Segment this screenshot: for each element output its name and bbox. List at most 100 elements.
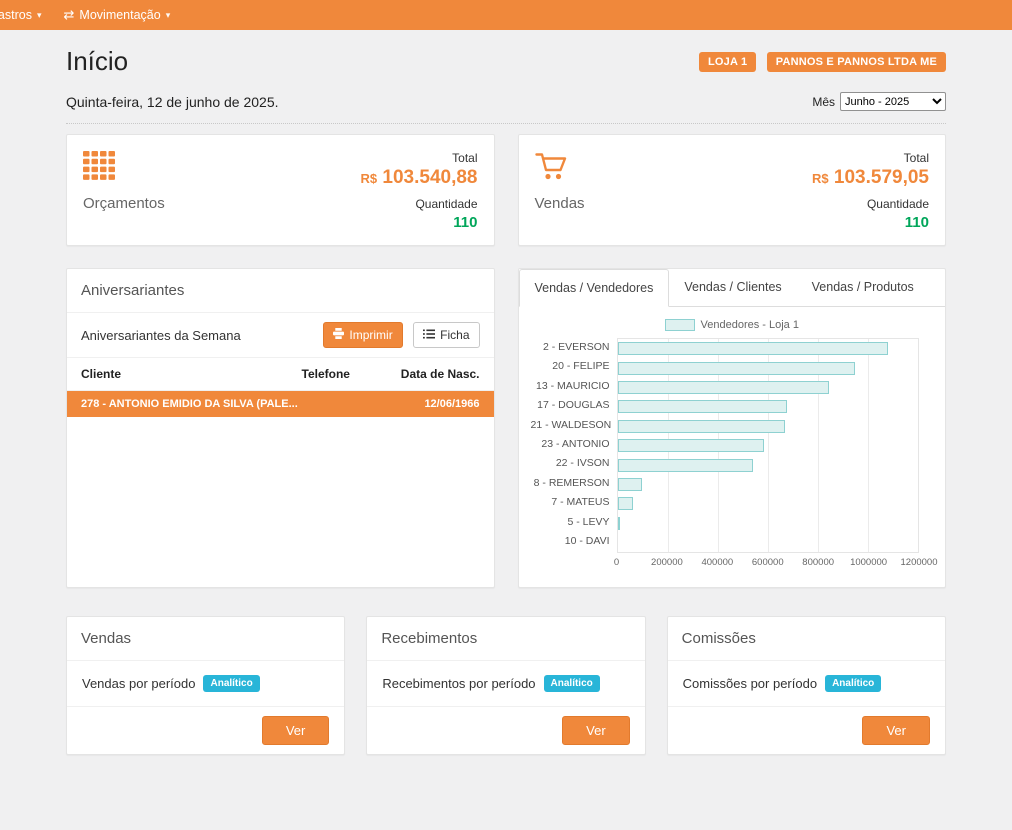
column-header-telefone: Telefone [302,367,388,381]
title-row: Início LOJA 1 PANNOS E PANNOS LTDA ME [66,46,946,77]
stat-title: Vendas [535,195,585,212]
ver-button[interactable]: Ver [562,716,630,745]
chart-category-label: 5 - LEVY [531,513,617,532]
printer-icon [333,328,344,342]
chart-plot [617,338,920,553]
panel-text: Comissões por período [683,676,817,691]
file-button-label: Ficha [440,328,469,342]
panel-text: Vendas por período [82,676,195,691]
month-picker: Mês Junho - 2025 [812,92,946,111]
calculator-icon [83,151,165,185]
panel-footer: Ver [367,707,644,754]
chart-bar [618,517,620,530]
birthdays-toolbar: Aniversariantes da Semana Imprimir [67,313,494,358]
panel-title: Vendas [67,617,344,661]
tab-vendas-produtos[interactable]: Vendas / Produtos [797,269,929,306]
birthdays-title: Aniversariantes [67,269,494,313]
store-badge: LOJA 1 [699,52,756,72]
panel-vendas: Vendas Vendas por período Analítico Ver [66,616,345,755]
chart-bar [618,497,633,510]
table-row[interactable]: 278 - ANTONIO EMIDIO DA SILVA (PALE... 1… [67,391,494,417]
gridline [868,339,869,552]
transfer-icon: ⇄ [64,7,75,23]
tab-vendas-clientes[interactable]: Vendas / Clientes [669,269,796,306]
birthdate-cell: 12/06/1966 [388,398,480,410]
chart-bar [618,400,787,413]
stat-right: Total R$ 103.540,88 Quantidade 110 [361,151,478,229]
stat-card-vendas: Vendas Total R$ 103.579,05 Quantidade 11… [518,134,947,246]
header-badges: LOJA 1 PANNOS E PANNOS LTDA ME [693,52,946,72]
nav-item-label: Cadastros [0,8,32,22]
panels-row: Vendas Vendas por período Analítico Ver … [66,616,946,755]
chart-category-label: 23 - ANTONIO [531,435,617,454]
ver-button[interactable]: Ver [862,716,930,745]
stat-left: Orçamentos [83,151,165,229]
cart-icon [535,151,585,185]
chart-labels: 2 - EVERSON20 - FELIPE13 - MAURICIO17 - … [531,338,617,553]
current-date: Quinta-feira, 12 de junho de 2025. [66,94,279,110]
chart-category-label: 8 - REMERSON [531,474,617,493]
amount-value: 103.579,05 [834,167,929,188]
month-select[interactable]: Junho - 2025 [840,92,946,111]
panel-footer: Ver [668,707,945,754]
chart-category-label: 7 - MATEUS [531,493,617,512]
x-tick-label: 1200000 [901,557,938,568]
company-badge: PANNOS E PANNOS LTDA ME [767,52,946,72]
quantity-value: 110 [361,214,478,231]
analytic-badge: Analítico [203,675,259,692]
nav-item-cadastros[interactable]: Cadastros ▾ [0,0,53,30]
column-header-cliente: Cliente [81,367,302,381]
chart-bar [618,420,786,433]
chart-bar [618,478,643,491]
total-label: Total [812,151,929,165]
total-amount: R$ 103.579,05 [812,167,929,189]
date-row: Quinta-feira, 12 de junho de 2025. Mês J… [66,92,946,111]
chart-category-label: 2 - EVERSON [531,338,617,357]
birthdays-table-header: Cliente Telefone Data de Nasc. [67,358,494,391]
bar-chart: 2 - EVERSON20 - FELIPE13 - MAURICIO17 - … [519,338,946,571]
file-button[interactable]: Ficha [413,322,479,348]
chevron-down-icon: ▾ [37,10,42,21]
birthdays-card: Aniversariantes Aniversariantes da Seman… [66,268,495,588]
divider [66,123,946,124]
panel-title: Comissões [668,617,945,661]
chart-category-label: 10 - DAVI [531,532,617,551]
chart-bar [618,439,764,452]
quantity-label: Quantidade [361,197,478,211]
column-header-nascimento: Data de Nasc. [388,367,480,381]
analytic-badge: Analítico [544,675,600,692]
stat-left: Vendas [535,151,585,229]
print-button[interactable]: Imprimir [323,322,402,348]
birthdays-subtitle: Aniversariantes da Semana [81,328,241,343]
chart-legend[interactable]: Vendedores - Loja 1 [519,319,946,331]
total-amount: R$ 103.540,88 [361,167,478,189]
month-label: Mês [812,95,835,109]
chart-category-label: 17 - DOUGLAS [531,396,617,415]
stat-title: Orçamentos [83,195,165,212]
panel-title: Recebimentos [367,617,644,661]
chart-bar [618,459,753,472]
nav-item-label: Movimentação [79,8,160,22]
main-content: Início LOJA 1 PANNOS E PANNOS LTDA ME Qu… [66,30,946,755]
sales-chart-card: Vendas / Vendedores Vendas / Clientes Ve… [518,268,947,588]
ver-button[interactable]: Ver [262,716,330,745]
stat-card-orcamentos: Orçamentos Total R$ 103.540,88 Quantidad… [66,134,495,246]
tab-vendas-vendedores[interactable]: Vendas / Vendedores [519,269,670,307]
chart-bar [618,362,856,375]
panel-footer: Ver [67,707,344,754]
currency-symbol: R$ [812,171,829,186]
chart-bar [618,381,830,394]
top-navbar: Cadastros ▾ ⇄ Movimentação ▾ [0,0,1012,30]
client-cell: 278 - ANTONIO EMIDIO DA SILVA (PALE... [81,398,302,410]
x-tick-label: 600000 [752,557,784,568]
page-title: Início [66,46,128,77]
nav-item-movimentacao[interactable]: ⇄ Movimentação ▾ [53,0,182,30]
stat-right: Total R$ 103.579,05 Quantidade 110 [812,151,929,229]
legend-label: Vendedores - Loja 1 [701,319,799,331]
panel-body: Vendas por período Analítico [67,661,344,707]
stats-row: Orçamentos Total R$ 103.540,88 Quantidad… [66,134,946,246]
chevron-down-icon: ▾ [166,10,171,21]
x-tick-label: 200000 [651,557,683,568]
quantity-label: Quantidade [812,197,929,211]
x-tick-label: 1000000 [850,557,887,568]
